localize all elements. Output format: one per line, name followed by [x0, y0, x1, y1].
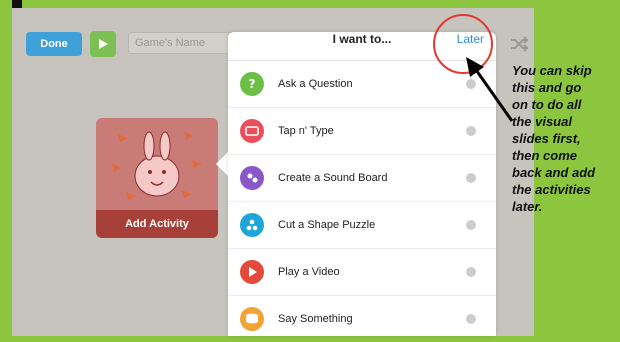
puzzle-icon — [240, 213, 264, 237]
menu-item-tap-n-type[interactable]: Tap n' Type — [228, 108, 496, 155]
info-icon[interactable] — [466, 314, 476, 324]
info-icon[interactable] — [466, 267, 476, 277]
menu-item-create-a-sound-board[interactable]: Create a Sound Board — [228, 155, 496, 202]
play-button[interactable] — [90, 31, 116, 57]
menu-item-label: Ask a Question — [278, 78, 353, 90]
keyboard-icon — [240, 119, 264, 143]
info-icon[interactable] — [466, 173, 476, 183]
menu-item-label: Tap n' Type — [278, 125, 334, 137]
question-icon: ? — [240, 72, 264, 96]
info-icon[interactable] — [466, 220, 476, 230]
menu-item-label: Play a Video — [278, 266, 340, 278]
speech-icon — [240, 307, 264, 331]
play-video-icon — [240, 260, 264, 284]
bunny-illustration-icon — [112, 131, 202, 200]
done-button[interactable]: Done — [26, 32, 82, 56]
soundboard-icon — [240, 166, 264, 190]
play-icon — [99, 39, 108, 49]
menu-item-cut-a-shape-puzzle[interactable]: Cut a Shape Puzzle — [228, 202, 496, 249]
add-activity-label: Add Activity — [96, 210, 218, 238]
activity-popover: I want to... Later ? Ask a Question Tap … — [228, 32, 496, 336]
popover-arrow — [216, 152, 228, 176]
menu-item-play-a-video[interactable]: Play a Video — [228, 249, 496, 296]
shuffle-icon[interactable] — [510, 36, 528, 52]
menu-item-label: Cut a Shape Puzzle — [278, 219, 376, 231]
menu-item-label: Create a Sound Board — [278, 172, 388, 184]
info-icon[interactable] — [466, 126, 476, 136]
add-activity-card[interactable]: Add Activity — [96, 118, 218, 238]
annotation-note: You can skip this and go on to do all th… — [512, 63, 596, 214]
menu-item-say-something[interactable]: Say Something — [228, 296, 496, 342]
menu-item-label: Say Something — [278, 313, 353, 325]
svg-text:?: ? — [249, 77, 256, 91]
